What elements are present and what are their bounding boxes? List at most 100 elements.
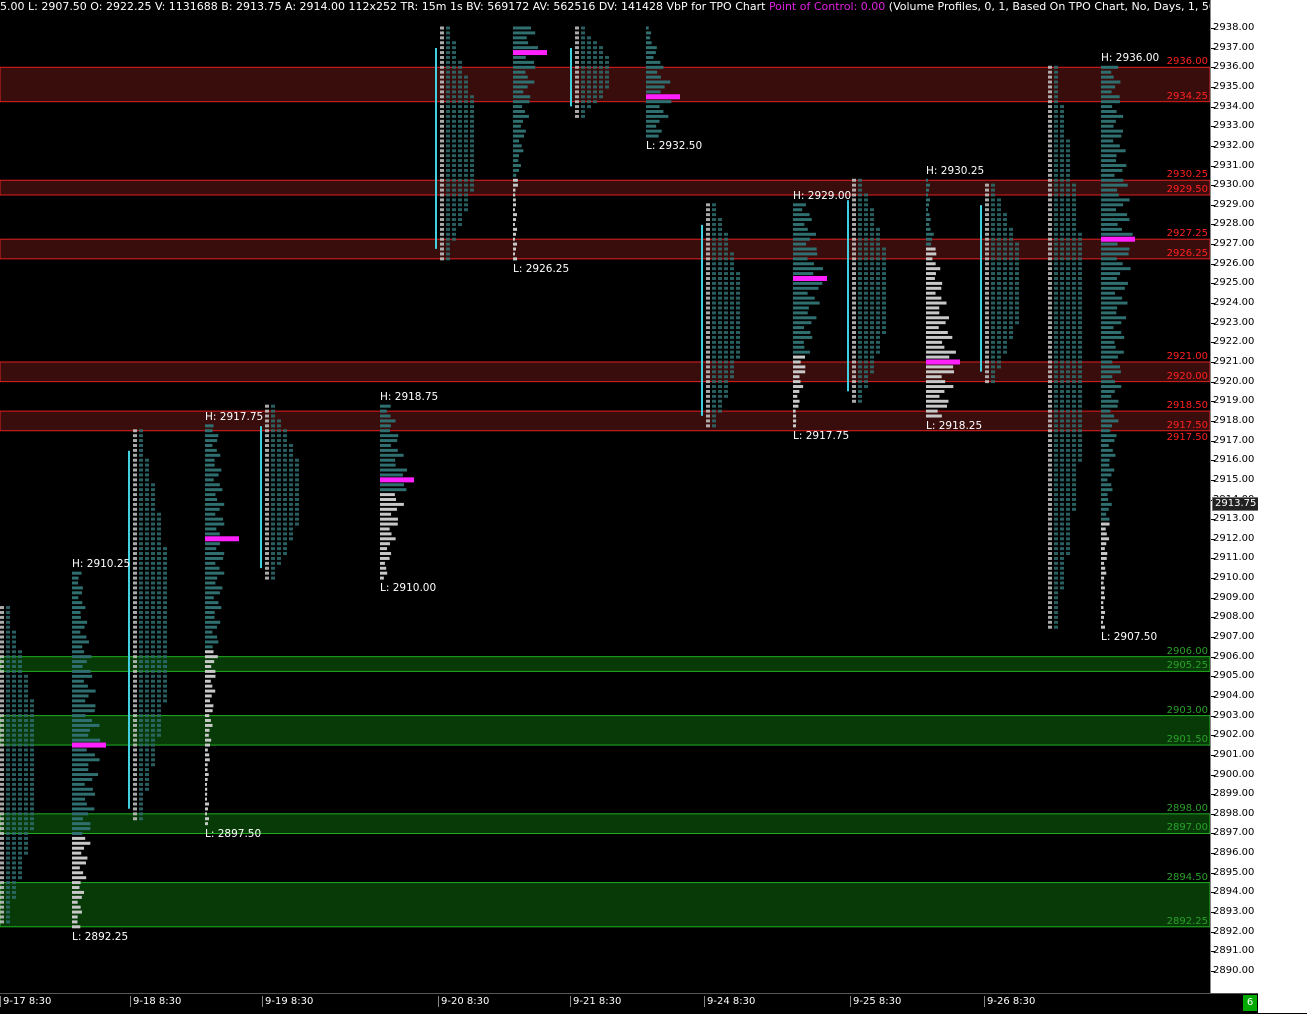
zone-level-label: 2936.00 xyxy=(1166,56,1208,68)
zone-level-label: 2927.25 xyxy=(1166,228,1208,240)
price-tick-label: 2936.00 xyxy=(1213,61,1255,73)
zone-level-label: 2903.00 xyxy=(1166,704,1208,716)
date-label: 9-21 8:30 xyxy=(570,996,621,1007)
price-axis[interactable]: 2938.00 2937.00 2936.00 2935.00 2934.00 2933.… xyxy=(1210,0,1260,993)
price-tick-label: 2895.00 xyxy=(1213,866,1255,878)
price-tick-label: 2923.00 xyxy=(1213,316,1255,328)
zone-level-label: 2898.00 xyxy=(1166,802,1208,814)
price-tick-label: 2916.00 xyxy=(1213,454,1255,466)
zone-level-label: 2921.00 xyxy=(1166,350,1208,362)
price-tick-label: 2907.00 xyxy=(1213,631,1255,643)
price-tick-label: 2933.00 xyxy=(1213,120,1255,132)
zone-level-label: 2897.00 xyxy=(1166,822,1208,834)
right-margin xyxy=(1258,0,1307,1013)
profile-high-label: H: 2910.25 xyxy=(72,558,131,571)
price-tick-label: 2937.00 xyxy=(1213,41,1255,53)
zone-level-label: 2892.25 xyxy=(1166,915,1208,927)
price-tick-label: 2934.00 xyxy=(1213,100,1255,112)
price-tick-label: 2908.00 xyxy=(1213,611,1255,623)
profile-low-label: L: 2917.75 xyxy=(793,429,850,442)
zone-level-label: 2929.50 xyxy=(1166,183,1208,195)
profile-high-label: H: 2930.25 xyxy=(926,165,985,178)
zone-level-label: 2920.00 xyxy=(1166,370,1208,382)
price-tick-label: 2932.00 xyxy=(1213,139,1255,151)
zone-level-label: 2934.25 xyxy=(1166,90,1208,102)
price-tick-label: 2924.00 xyxy=(1213,297,1255,309)
date-axis[interactable]: 9-17 8:30 9-18 8:30 9-19 8:30 9-20 8:30 9-21… xyxy=(0,993,1258,1014)
date-label: 9-26 8:30 xyxy=(984,996,1035,1007)
profile-high-label: H: 2936.00 xyxy=(1101,52,1160,65)
price-tick-label: 2931.00 xyxy=(1213,159,1255,171)
profile-low-label: L: 2907.50 xyxy=(1101,631,1158,644)
price-tick-label: 2918.00 xyxy=(1213,414,1255,426)
profile-low-label: L: 2910.00 xyxy=(380,582,437,595)
price-tick-label: 2900.00 xyxy=(1213,768,1255,780)
price-tick-label: 2898.00 xyxy=(1213,807,1255,819)
price-tick-label: 2935.00 xyxy=(1213,80,1255,92)
date-label: 9-17 8:30 xyxy=(0,996,51,1007)
price-tick-label: 2911.00 xyxy=(1213,552,1255,564)
price-tick-label: 2925.00 xyxy=(1213,277,1255,289)
price-tick-label: 2926.00 xyxy=(1213,257,1255,269)
price-tick-label: 2927.00 xyxy=(1213,238,1255,250)
profile-low-label: L: 2897.50 xyxy=(205,827,262,840)
date-label: 9-24 8:30 xyxy=(704,996,755,1007)
price-tick-label: 2905.00 xyxy=(1213,670,1255,682)
current-price-marker: 2913.75 xyxy=(1212,497,1260,512)
chart-area[interactable]: 2936.00 2934.25 2930.25 2929.50 2927.25 2926.… xyxy=(0,0,1210,993)
price-tick-label: 2910.00 xyxy=(1213,572,1255,584)
price-tick-label: 2917.00 xyxy=(1213,434,1255,446)
price-tick-label: 2894.00 xyxy=(1213,886,1255,898)
price-tick-label: 2899.00 xyxy=(1213,788,1255,800)
header-stats: 5.00 L: 2907.50 O: 2922.25 V: 1131688 B:… xyxy=(0,0,769,13)
hl-labels-layer: 2936.00 2934.25 2930.25 2929.50 2927.25 2926.… xyxy=(0,0,1210,993)
profile-high-label: H: 2929.00 xyxy=(793,189,852,202)
zone-level-label: 2926.25 xyxy=(1166,247,1208,259)
price-tick-label: 2890.00 xyxy=(1213,965,1255,976)
price-tick-label: 2906.00 xyxy=(1213,650,1255,662)
zone-level-label: 2930.25 xyxy=(1166,169,1208,181)
price-tick-label: 2915.00 xyxy=(1213,473,1255,485)
zone-level-label: 2901.50 xyxy=(1166,734,1208,746)
date-label: 9-20 8:30 xyxy=(438,996,489,1007)
price-tick-label: 2919.00 xyxy=(1213,395,1255,407)
date-label: 9-18 8:30 xyxy=(130,996,181,1007)
price-tick-label: 2903.00 xyxy=(1213,709,1255,721)
price-tick-label: 2901.00 xyxy=(1213,748,1255,760)
price-tick-label: 2920.00 xyxy=(1213,375,1255,387)
zone-level-label: 2894.50 xyxy=(1166,871,1208,883)
profile-low-label: L: 2892.25 xyxy=(72,930,129,943)
profile-high-label: H: 2918.75 xyxy=(380,391,439,404)
price-tick-label: 2902.00 xyxy=(1213,729,1255,741)
price-tick-label: 2928.00 xyxy=(1213,218,1255,230)
profile-high-label: H: 2917.75 xyxy=(205,410,264,423)
price-tick-label: 2892.00 xyxy=(1213,925,1255,937)
zone-level-label: 2906.00 xyxy=(1166,645,1208,657)
price-tick-label: 2896.00 xyxy=(1213,847,1255,859)
zone-level-label: 2918.50 xyxy=(1166,400,1208,412)
zone-level-label: 2905.25 xyxy=(1166,660,1208,672)
price-tick-label: 2912.00 xyxy=(1213,532,1255,544)
status-count-badge: 6 xyxy=(1243,995,1257,1011)
zone-level-label: 2917.50 xyxy=(1166,431,1208,443)
price-tick-label: 2897.00 xyxy=(1213,827,1255,839)
chart-header: 5.00 L: 2907.50 O: 2922.25 V: 1131688 B:… xyxy=(0,0,1210,14)
price-tick-label: 2891.00 xyxy=(1213,945,1255,957)
date-label: 9-25 8:30 xyxy=(850,996,901,1007)
price-tick-label: 2922.00 xyxy=(1213,336,1255,348)
price-tick-label: 2893.00 xyxy=(1213,906,1255,918)
profile-low-label: L: 2932.50 xyxy=(646,140,703,153)
price-tick-label: 2921.00 xyxy=(1213,355,1255,367)
date-label: 9-19 8:30 xyxy=(262,996,313,1007)
poc-label: Point of Control: 0.00 xyxy=(768,0,886,13)
zone-level-label: 2917.50 xyxy=(1166,419,1208,431)
header-study: (Volume Profiles, 0, 1, Based On TPO Cha… xyxy=(888,0,1210,13)
profile-low-label: L: 2918.25 xyxy=(926,420,983,432)
price-tick-label: 2938.00 xyxy=(1213,22,1255,33)
price-tick-label: 2904.00 xyxy=(1213,689,1255,701)
price-tick-label: 2909.00 xyxy=(1213,591,1255,603)
price-tick-label: 2930.00 xyxy=(1213,179,1255,191)
profile-low-label: L: 2926.25 xyxy=(513,262,570,275)
price-tick-label: 2929.00 xyxy=(1213,198,1255,210)
price-tick-label: 2913.00 xyxy=(1213,513,1255,525)
